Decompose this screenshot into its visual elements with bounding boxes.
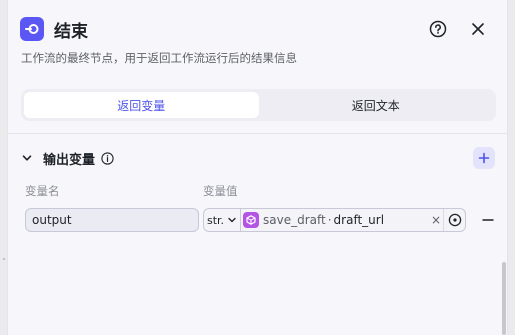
variable-picker-button[interactable]	[443, 209, 465, 231]
code-node-icon	[243, 212, 259, 228]
section-title: 输出变量	[43, 152, 96, 168]
add-variable-button[interactable]	[473, 147, 495, 169]
plus-icon	[478, 152, 490, 164]
variable-type-select[interactable]: str.	[203, 208, 241, 232]
clear-reference-button[interactable]: ×	[429, 213, 443, 227]
reference-node-name: save_draft	[263, 213, 326, 227]
tab-return-text[interactable]: 返回文本	[259, 92, 494, 118]
panel-header: 结束	[20, 14, 495, 44]
output-section-header: 输出变量	[21, 147, 495, 169]
close-icon[interactable]	[467, 18, 489, 40]
variable-name-value: output	[32, 213, 72, 227]
variable-type-value: str.	[207, 213, 225, 227]
chevron-down-icon	[227, 215, 237, 225]
node-title: 结束	[54, 21, 88, 42]
variable-reference-field[interactable]: save_draft · draft_url ×	[241, 208, 466, 232]
canvas-edge-mark	[3, 258, 5, 260]
end-node-icon	[20, 17, 44, 41]
question-circle-icon[interactable]	[427, 18, 449, 40]
info-icon[interactable]	[101, 151, 114, 165]
reference-separator: ·	[327, 213, 332, 227]
divider	[8, 133, 507, 134]
scrollbar[interactable]	[502, 262, 506, 335]
chevron-down-icon[interactable]	[21, 152, 33, 164]
reference-chip: save_draft · draft_url	[243, 210, 388, 230]
reference-field-name: draft_url	[333, 213, 385, 227]
end-node-panel: 结束 工作流的最终节点，用于返回工作流运行后的结果信息 返回变量 返回文本 输出…	[7, 0, 508, 335]
tab-return-variables[interactable]: 返回变量	[24, 92, 259, 118]
variable-row: output str. save_draft · draft_url ×	[25, 208, 500, 232]
column-label-name: 变量名	[25, 184, 60, 198]
variable-name-input[interactable]: output	[25, 208, 199, 232]
target-icon	[448, 213, 461, 227]
column-label-value: 变量值	[203, 184, 238, 198]
minus-icon	[482, 219, 494, 221]
return-mode-tabs: 返回变量 返回文本	[21, 89, 496, 121]
node-description: 工作流的最终节点，用于返回工作流运行后的结果信息	[21, 51, 297, 65]
remove-variable-button[interactable]	[480, 213, 496, 227]
